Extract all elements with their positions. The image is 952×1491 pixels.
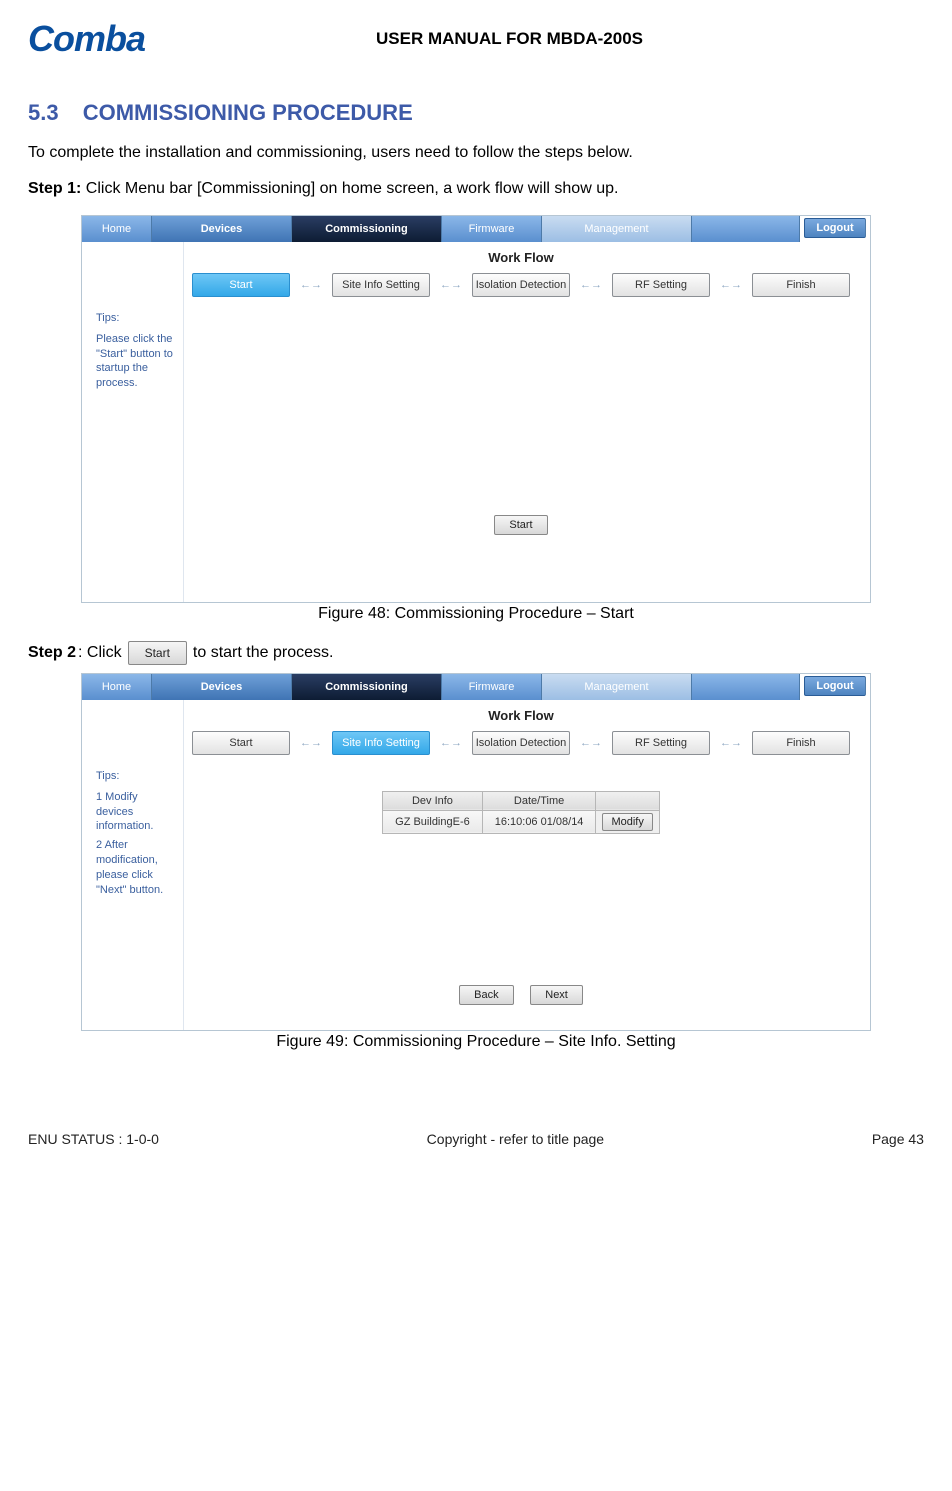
logout-button[interactable]: Logout [804,676,866,696]
start-button[interactable]: Start [494,515,547,535]
tab-home[interactable]: Home [82,216,152,242]
tips-line-2: 2 After modification, please click "Next… [96,838,173,897]
footer-page: Page 43 [872,1131,924,1147]
tab-management[interactable]: Management [542,674,692,700]
workflow-content: Start [192,321,850,541]
tips-text: Please click the "Start" button to start… [96,332,173,391]
document-title: USER MANUAL FOR MBDA-200S [175,29,924,49]
logo: Comba [28,18,145,60]
tab-firmware[interactable]: Firmware [442,674,542,700]
flow-arrow-icon: ←→ [580,279,602,291]
step-2-text-b: to start the process. [193,644,334,662]
step-1-line: Step 1: Click Menu bar [Commissioning] o… [28,178,924,200]
flow-arrow-icon: ←→ [440,279,462,291]
section-title: COMMISSIONING PROCEDURE [83,100,413,125]
table-row: GZ BuildingE-6 16:10:06 01/08/14 Modify [383,810,660,833]
tab-firmware[interactable]: Firmware [442,216,542,242]
flow-arrow-icon: ←→ [720,279,742,291]
tab-commissioning[interactable]: Commissioning [292,674,442,700]
flow-step-site-info[interactable]: Site Info Setting [332,731,430,755]
col-date-time: Date/Time [482,791,596,810]
step-1-label: Step 1: [28,180,81,197]
tab-devices[interactable]: Devices [152,674,292,700]
workflow-content: Dev Info Date/Time GZ BuildingE-6 16:10:… [192,791,850,1011]
step-2-line: Step 2 : Click Start to start the proces… [28,641,924,665]
workflow-title: Work Flow [192,250,850,265]
section-number: 5.3 [28,100,59,125]
figure-48: Home Devices Commissioning Firmware Mana… [28,215,924,623]
modify-button[interactable]: Modify [602,813,652,831]
flow-step-isolation[interactable]: Isolation Detection [472,273,570,297]
menubar-spacer [692,674,800,700]
cell-date-time: 16:10:06 01/08/14 [482,810,596,833]
workflow-panel: Work Flow Start ←→ Site Info Setting ←→ … [183,242,870,602]
flow-step-rf[interactable]: RF Setting [612,731,710,755]
workflow-steps: Start ←→ Site Info Setting ←→ Isolation … [192,273,850,297]
flow-arrow-icon: ←→ [440,737,462,749]
intro-paragraph: To complete the installation and commiss… [28,142,924,164]
flow-step-rf[interactable]: RF Setting [612,273,710,297]
flow-step-start[interactable]: Start [192,731,290,755]
menubar-spacer [692,216,800,242]
dev-info-table: Dev Info Date/Time GZ BuildingE-6 16:10:… [382,791,660,834]
flow-step-site-info[interactable]: Site Info Setting [332,273,430,297]
flow-arrow-icon: ←→ [720,737,742,749]
tips-panel: Tips: Please click the "Start" button to… [82,242,183,602]
document-footer: ENU STATUS : 1-0-0 Copyright - refer to … [28,1131,924,1147]
screenshot-fig49: Home Devices Commissioning Firmware Mana… [81,673,871,1031]
tab-devices[interactable]: Devices [152,216,292,242]
table-row: Dev Info Date/Time [383,791,660,810]
tab-management[interactable]: Management [542,216,692,242]
col-dev-info: Dev Info [383,791,483,810]
tips-panel: Tips: 1 Modify devices information. 2 Af… [82,700,183,1030]
workflow-panel: Work Flow Start ←→ Site Info Setting ←→ … [183,700,870,1030]
workflow-steps: Start ←→ Site Info Setting ←→ Isolation … [192,731,850,755]
workflow-title: Work Flow [192,708,850,723]
document-header: Comba USER MANUAL FOR MBDA-200S [28,18,924,60]
figure-48-caption: Figure 48: Commissioning Procedure – Sta… [28,605,924,623]
step-1-text: Click Menu bar [Commissioning] on home s… [81,180,618,197]
footer-copyright: Copyright - refer to title page [427,1131,604,1147]
step-2-label: Step 2 [28,644,76,662]
next-button[interactable]: Next [530,985,583,1005]
figure-49-caption: Figure 49: Commissioning Procedure – Sit… [28,1033,924,1051]
flow-arrow-icon: ←→ [300,279,322,291]
flow-step-start[interactable]: Start [192,273,290,297]
tab-home[interactable]: Home [82,674,152,700]
back-button[interactable]: Back [459,985,513,1005]
cell-dev-info: GZ BuildingE-6 [383,810,483,833]
flow-step-finish[interactable]: Finish [752,731,850,755]
tab-commissioning[interactable]: Commissioning [292,216,442,242]
figure-49: Home Devices Commissioning Firmware Mana… [28,673,924,1051]
flow-step-finish[interactable]: Finish [752,273,850,297]
step-2-text-a: : Click [78,644,122,662]
flow-step-isolation[interactable]: Isolation Detection [472,731,570,755]
screenshot-fig48: Home Devices Commissioning Firmware Mana… [81,215,871,603]
col-empty [596,791,659,810]
flow-arrow-icon: ←→ [580,737,602,749]
menubar: Home Devices Commissioning Firmware Mana… [82,674,870,700]
tips-heading: Tips: [96,770,173,782]
inline-start-button[interactable]: Start [128,641,187,665]
logout-button[interactable]: Logout [804,218,866,238]
footer-status: ENU STATUS : 1-0-0 [28,1131,159,1147]
tips-heading: Tips: [96,312,173,324]
menubar: Home Devices Commissioning Firmware Mana… [82,216,870,242]
section-heading: 5.3 COMMISSIONING PROCEDURE [28,100,924,126]
flow-arrow-icon: ←→ [300,737,322,749]
tips-line-1: 1 Modify devices information. [96,790,173,835]
